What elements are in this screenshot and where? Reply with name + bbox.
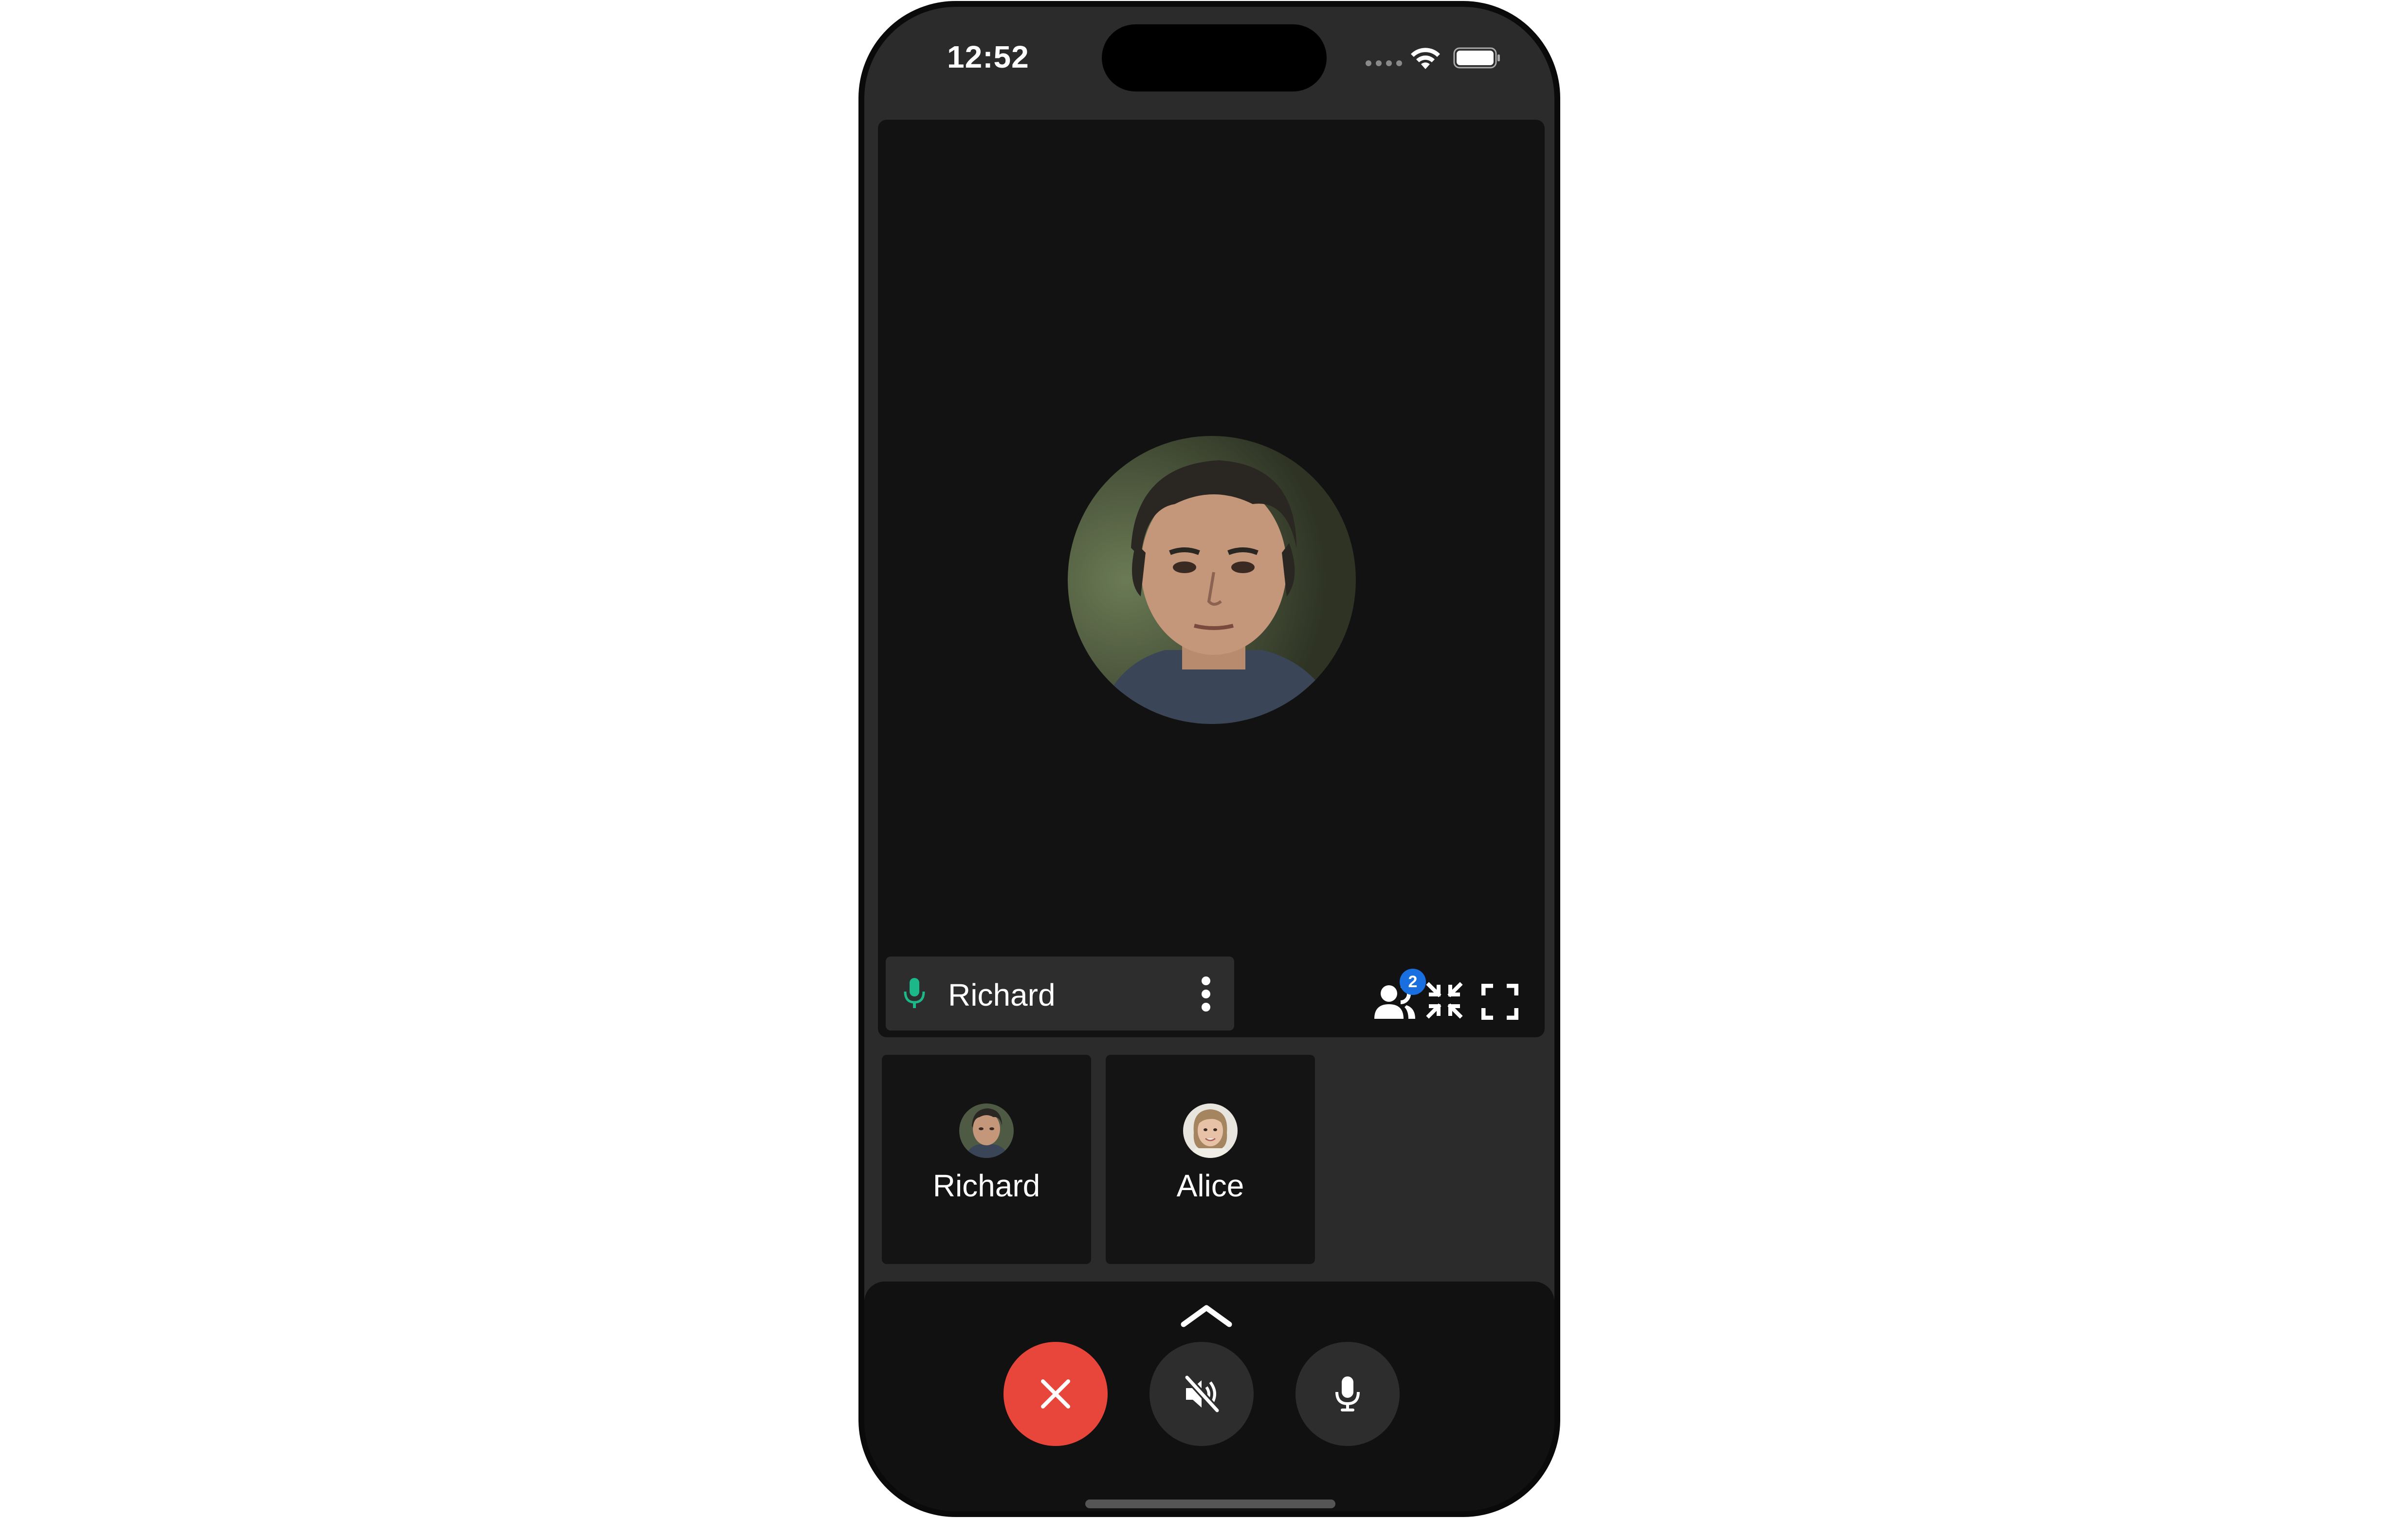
participant-name: Richard (932, 1168, 1040, 1203)
wifi-icon (1411, 48, 1440, 69)
fullscreen-icon[interactable] (1481, 984, 1518, 1020)
participant-name: Alice (1176, 1168, 1244, 1203)
speaker-toggle-button[interactable] (1149, 1342, 1254, 1446)
chevron-up-icon[interactable] (1180, 1301, 1233, 1330)
mic-active-icon (904, 978, 925, 1008)
speaker-muted-icon (1184, 1375, 1220, 1413)
participant-tile-alice[interactable]: Alice (1106, 1055, 1315, 1264)
speaker-avatar (1068, 436, 1356, 724)
battery-icon (1453, 47, 1500, 69)
phone-frame: 12:52 Richard 2 Richard Alice (858, 1, 1560, 1517)
participants-count-badge: 2 (1400, 969, 1426, 995)
speaker-name-pill[interactable]: Richard (886, 957, 1234, 1030)
microphone-button[interactable] (1295, 1342, 1400, 1446)
stage: 12:52 Richard 2 Richard Alice (0, 0, 2408, 1518)
speaker-name: Richard (948, 977, 1056, 1012)
avatar-alice (1183, 1103, 1238, 1158)
screen: 12:52 Richard 2 Richard Alice (864, 7, 1554, 1511)
status-time: 12:52 (947, 39, 1029, 74)
home-indicator[interactable] (1085, 1500, 1335, 1508)
dynamic-island (1102, 24, 1327, 91)
cellular-dots-icon (1366, 60, 1402, 66)
main-speaker-view[interactable]: Richard 2 (878, 120, 1545, 1037)
participant-tile-richard[interactable]: Richard (882, 1055, 1091, 1264)
microphone-icon (1335, 1376, 1360, 1411)
more-vertical-icon[interactable] (1200, 975, 1212, 1013)
status-bar: 12:52 (864, 7, 1554, 114)
pip-collapse-icon[interactable] (1425, 981, 1464, 1020)
avatar-richard (959, 1103, 1014, 1158)
end-call-button[interactable] (1003, 1342, 1108, 1446)
call-controls-panel (864, 1282, 1554, 1511)
close-icon (1041, 1379, 1070, 1409)
